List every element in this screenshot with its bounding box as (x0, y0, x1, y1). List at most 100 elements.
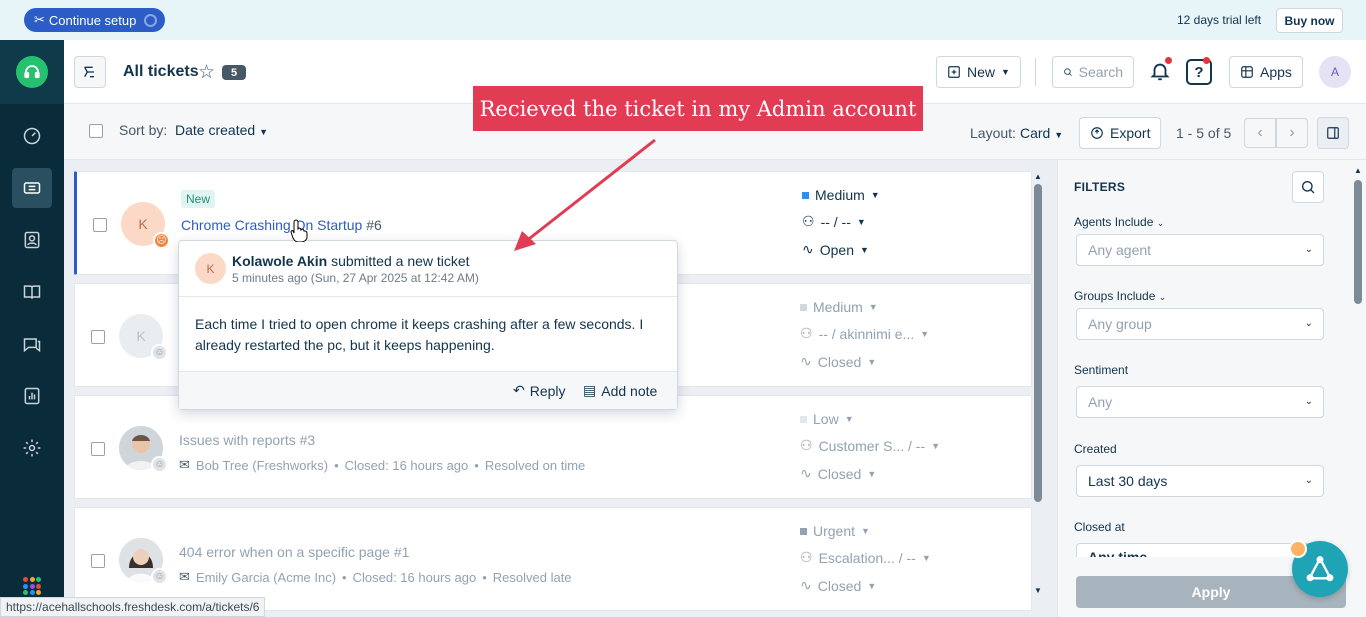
chevron-down-icon: ⌄ (1304, 318, 1313, 329)
closed-at-select[interactable]: Any time (1076, 543, 1324, 557)
search-button[interactable]: Search (1052, 56, 1134, 88)
status-dropdown[interactable]: ∿ Closed ▼ (800, 465, 876, 482)
ticket-count-badge: 5 (222, 65, 246, 80)
sentiment-icon: ☺ (151, 456, 168, 473)
assignee-dropdown[interactable]: ⚇ -- / -- ▼ (802, 213, 866, 230)
select-all-checkbox[interactable] (89, 124, 103, 138)
priority-value: Low (813, 411, 839, 427)
ticket-checkbox[interactable] (91, 330, 105, 344)
reports-icon[interactable] (12, 376, 52, 416)
list-scrollbar[interactable]: ▲ ▼ (1033, 172, 1043, 599)
ticket-checkbox[interactable] (91, 554, 105, 568)
popover-action: submitted a new ticket (331, 253, 470, 269)
ticket-subject-link[interactable]: 404 error when on a specific page #1 (179, 544, 409, 560)
ticket-meta: ✉ Bob Tree (Freshworks) • Closed: 16 hour… (179, 457, 585, 473)
next-page-button[interactable]: › (1276, 118, 1308, 148)
scrollbar-thumb[interactable] (1354, 180, 1362, 304)
user-avatar[interactable]: A (1319, 56, 1351, 88)
created-select[interactable]: Last 30 days ⌄ (1076, 465, 1324, 497)
new-button[interactable]: New ▼ (936, 56, 1021, 88)
filter-search-button[interactable] (1292, 171, 1324, 203)
assignee-dropdown[interactable]: ⚇ -- / akinnimi e... ▼ (800, 325, 929, 342)
scroll-down-icon[interactable]: ▼ (1034, 586, 1042, 595)
ticket-properties: Medium ▼ ⚇ -- / -- ▼ ∿ Open ▼ (802, 172, 1002, 276)
ticket-meta: ✉ Emily Garcia (Acme Inc) • Closed: 16 ho… (179, 569, 572, 585)
priority-dropdown[interactable]: Medium ▼ (800, 299, 878, 315)
chevron-down-icon: ▼ (859, 244, 869, 255)
scrollbar-thumb[interactable] (1034, 184, 1042, 502)
search-icon (1302, 181, 1315, 194)
requester-name: Emily Garcia (Acme Inc) (195, 569, 337, 585)
add-note-button[interactable]: ▤ Add note (583, 382, 657, 399)
ticket-checkbox[interactable] (93, 218, 107, 232)
popover-timestamp: 5 minutes ago (Sun, 27 Apr 2025 at 12:42… (232, 271, 479, 285)
priority-dropdown[interactable]: Medium ▼ (802, 187, 880, 203)
trial-text: 12 days trial left (1177, 13, 1262, 27)
chevron-down-icon: ▼ (856, 216, 866, 227)
groups-select[interactable]: Any group ⌄ (1076, 308, 1324, 340)
sort-dropdown[interactable]: Date created ▼ (175, 122, 268, 138)
priority-value: Medium (815, 187, 865, 203)
priority-dropdown[interactable]: Urgent ▼ (800, 523, 870, 539)
ticket-preview-popover: K Kolawole Akin submitted a new ticket 5… (178, 240, 678, 410)
groups-filter-label[interactable]: Groups Include ⌄ (1074, 289, 1166, 303)
ticket-checkbox[interactable] (91, 442, 105, 456)
ticket-subject: 404 error when on a specific page (179, 544, 390, 560)
chevron-down-icon: ▼ (931, 440, 941, 451)
chevron-down-icon: ▼ (867, 356, 877, 367)
logo-area (0, 40, 64, 104)
status-value: Open (819, 241, 854, 258)
assignee-dropdown[interactable]: ⚇ Customer S... / -- ▼ (800, 437, 940, 454)
tickets-icon[interactable] (12, 168, 52, 208)
agents-filter-label[interactable]: Agents Include ⌄ (1074, 215, 1164, 229)
ticket-subject-link[interactable]: Issues with reports #3 (179, 432, 315, 448)
groups-placeholder: Any group (1088, 316, 1152, 332)
assignee-dropdown[interactable]: ⚇ Escalation... / -- ▼ (800, 549, 931, 566)
ticket-subject-link[interactable]: Chrome Crashing On Startup #6 (181, 217, 382, 233)
progress-ring-icon (144, 13, 158, 27)
reply-button[interactable]: ↶ Reply (513, 382, 566, 399)
chevron-down-icon: ⌄ (1304, 244, 1313, 255)
dashboard-icon[interactable] (12, 116, 52, 156)
status-dropdown[interactable]: ∿ Closed ▼ (800, 577, 876, 594)
closed-at-placeholder: Any time (1088, 549, 1148, 557)
filters-scrollbar[interactable]: ▲ (1353, 166, 1363, 552)
views-toggle-button[interactable] (74, 56, 106, 88)
scroll-up-icon[interactable]: ▲ (1034, 172, 1042, 181)
contacts-icon[interactable] (12, 220, 52, 260)
chevron-down-icon: ▼ (1054, 130, 1064, 140)
ticket-card[interactable]: ☺ 404 error when on a specific page #1 ✉… (74, 507, 1032, 611)
continue-setup-button[interactable]: ✂ Continue setup (24, 8, 166, 32)
toggle-filters-panel-button[interactable] (1317, 117, 1349, 149)
ticket-card[interactable]: ☺ Issues with reports #3 ✉ Bob Tree (Fre… (74, 395, 1032, 499)
buy-now-button[interactable]: Buy now (1276, 8, 1343, 33)
status-dropdown[interactable]: ∿ Closed ▼ (800, 353, 876, 370)
sentiment-select[interactable]: Any ⌄ (1076, 386, 1324, 418)
separator-dot: • (474, 457, 479, 473)
ticket-properties: Urgent ▼ ⚇ Escalation... / -- ▼ ∿ Closed ▼ (800, 508, 1000, 612)
export-button[interactable]: Export (1079, 117, 1162, 149)
layout-dropdown[interactable]: Card ▼ (1020, 125, 1063, 141)
pagination-text: 1 - 5 of 5 (1176, 125, 1232, 141)
app-switcher-icon[interactable] (23, 577, 41, 595)
scroll-up-icon[interactable]: ▲ (1354, 166, 1362, 175)
note-icon: ▤ (583, 382, 597, 398)
apps-icon (1241, 66, 1253, 78)
agents-select[interactable]: Any agent ⌄ (1076, 234, 1324, 266)
apps-button[interactable]: Apps (1229, 56, 1303, 88)
admin-settings-icon[interactable] (12, 428, 52, 468)
reply-icon: ↶ (513, 382, 525, 398)
groups-label-text: Groups Include (1074, 289, 1156, 303)
forums-icon[interactable] (12, 324, 52, 364)
prev-page-button[interactable]: ‹ (1244, 118, 1276, 148)
priority-dropdown[interactable]: Low ▼ (800, 411, 854, 427)
knowledge-base-icon[interactable] (12, 272, 52, 312)
priority-indicator (802, 191, 809, 199)
star-icon[interactable]: ☆ (198, 61, 215, 84)
headset-logo-icon[interactable] (16, 56, 48, 88)
status-dropdown[interactable]: ∿ Open ▼ (802, 241, 869, 258)
requester-avatar: K (195, 253, 226, 284)
panel-icon (1327, 127, 1339, 139)
status-icon: ∿ (800, 353, 812, 369)
export-label: Export (1110, 125, 1151, 141)
